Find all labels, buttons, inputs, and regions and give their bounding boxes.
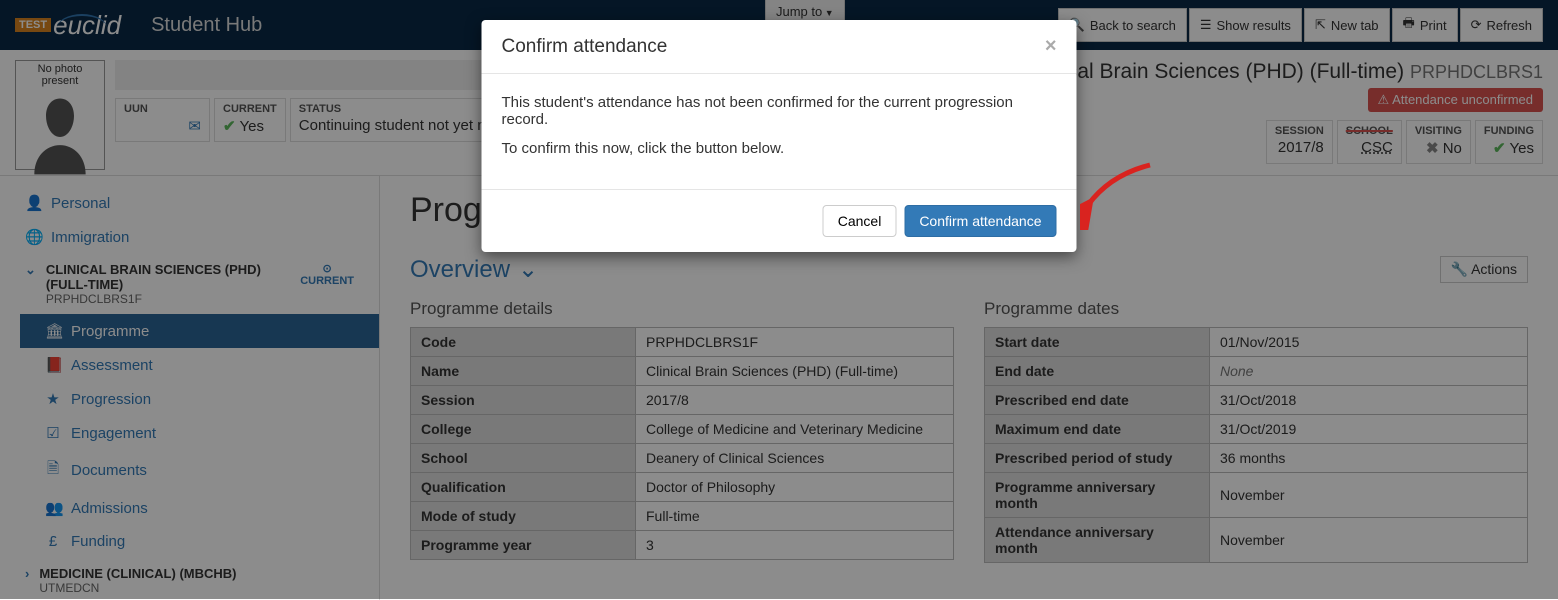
close-button[interactable]: × xyxy=(1045,35,1057,58)
modal-text-2: To confirm this now, click the button be… xyxy=(502,140,1057,157)
confirm-attendance-modal: Confirm attendance × This student's atte… xyxy=(482,20,1077,252)
modal-text-1: This student's attendance has not been c… xyxy=(502,94,1057,128)
modal-title: Confirm attendance xyxy=(502,36,668,58)
confirm-attendance-button[interactable]: Confirm attendance xyxy=(904,205,1056,237)
cancel-button[interactable]: Cancel xyxy=(823,205,897,237)
